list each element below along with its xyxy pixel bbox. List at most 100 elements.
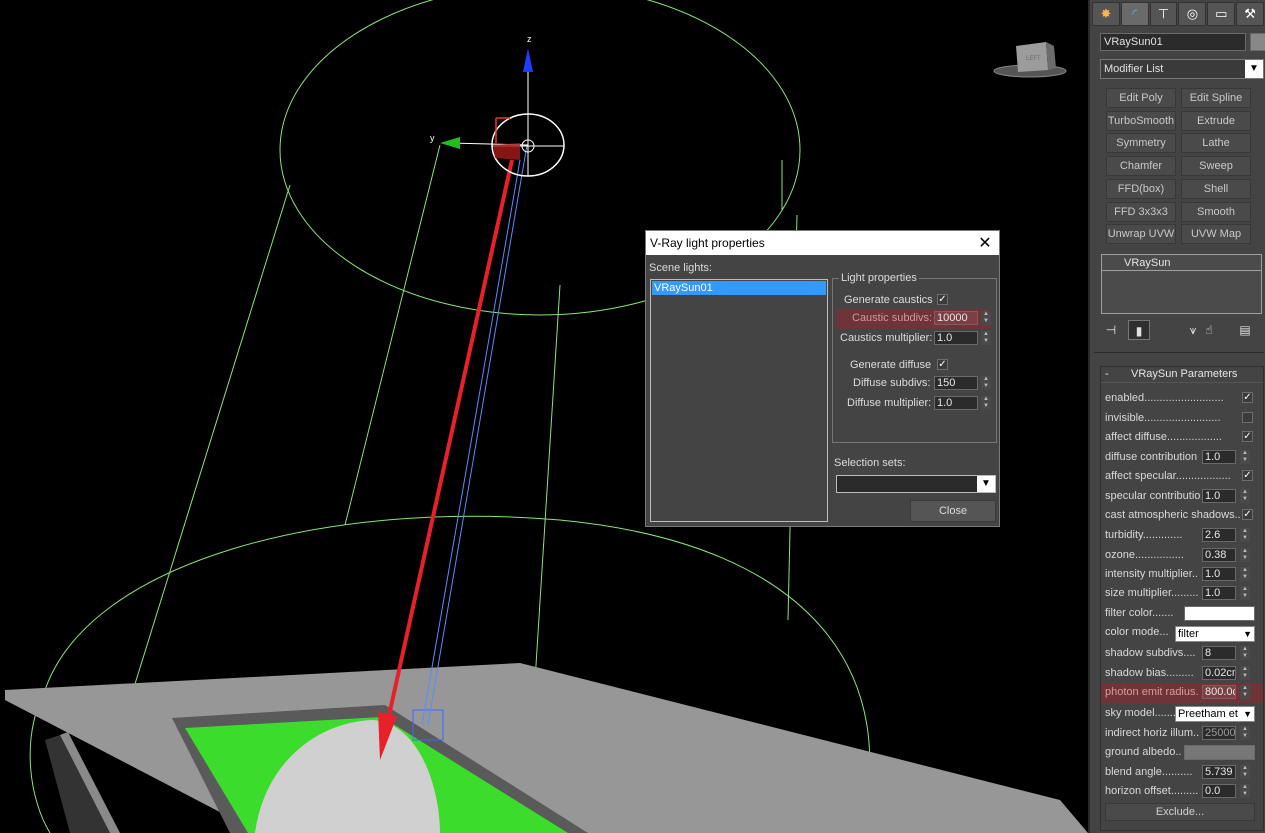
horizon-offset-spinner[interactable]: ▲ ▼ bbox=[1240, 784, 1250, 798]
ffd-box-button[interactable]: FFD(box) bbox=[1106, 179, 1176, 199]
diffuse-subdivs-spinner[interactable]: ▲ ▼ bbox=[981, 376, 991, 390]
object-name-field[interactable]: VRaySun01 bbox=[1100, 33, 1246, 51]
generate-diffuse-label: Generate diffuse bbox=[850, 359, 932, 371]
caustics-multiplier-input[interactable]: 1.0 bbox=[934, 331, 978, 345]
shadow-subdivs-spinner[interactable]: ▲ ▼ bbox=[1240, 646, 1250, 660]
chevron-down-icon[interactable]: ▼ bbox=[1243, 707, 1252, 721]
ozone-spinner[interactable]: ▲ ▼ bbox=[1240, 548, 1250, 562]
cast-atmospheric-shadows-checkbox[interactable]: ✓ bbox=[1242, 509, 1253, 520]
specular-contribution-spinner[interactable]: ▲ ▼ bbox=[1240, 489, 1250, 503]
stack-entry-vraysun[interactable]: VRaySun bbox=[1102, 255, 1261, 271]
caustic-subdivs-input[interactable]: 10000 bbox=[934, 311, 978, 325]
intensity-multiplier-input[interactable]: 1.0 bbox=[1202, 567, 1236, 581]
affect-diffuse-checkbox[interactable]: ✓ bbox=[1242, 431, 1253, 442]
cast-atmospheric-shadows-label: cast atmospheric shadows.. bbox=[1105, 509, 1241, 521]
generate-diffuse-checkbox[interactable]: ✓ bbox=[937, 359, 948, 370]
diffuse-multiplier-input[interactable]: 1.0 bbox=[934, 396, 978, 410]
dialog-titlebar[interactable]: V-Ray light properties ✕ bbox=[646, 231, 999, 255]
chevron-down-icon[interactable]: ▼ bbox=[1243, 627, 1252, 641]
filter-color-swatch[interactable] bbox=[1184, 606, 1255, 621]
specular-contribution-input[interactable]: 1.0 bbox=[1202, 489, 1236, 503]
rollout-header[interactable]: - VRaySun Parameters bbox=[1101, 367, 1263, 383]
size-multiplier-input[interactable]: 1.0 bbox=[1202, 586, 1236, 600]
gizmo-plane-icon[interactable] bbox=[493, 143, 520, 160]
diffuse-subdivs-input[interactable]: 150 bbox=[934, 376, 978, 390]
photon-emit-radius-spinner[interactable]: ▲ ▼ bbox=[1240, 685, 1250, 699]
invisible-checkbox[interactable] bbox=[1242, 412, 1253, 423]
edit-spline-button[interactable]: Edit Spline bbox=[1181, 88, 1251, 108]
shell-button[interactable]: Shell bbox=[1181, 179, 1251, 199]
lathe-button[interactable]: Lathe bbox=[1181, 133, 1251, 153]
hierarchy-tab-icon[interactable]: ⊤ bbox=[1149, 2, 1178, 26]
chevron-down-icon[interactable]: ▼ bbox=[1245, 60, 1263, 78]
configure-sets-icon[interactable]: ▤ bbox=[1234, 320, 1256, 340]
vraysun-parameters-rollout: - VRaySun Parameters enabled............… bbox=[1100, 366, 1264, 831]
gizmo-z-arrow-icon[interactable] bbox=[523, 48, 533, 72]
sky-model-dropdown[interactable]: Preetham et ▼ bbox=[1175, 706, 1255, 722]
unwrap-uvw-button[interactable]: Unwrap UVW bbox=[1106, 224, 1176, 244]
invisible-label: invisible......................... bbox=[1105, 412, 1221, 424]
chevron-down-icon[interactable]: ▼ bbox=[977, 476, 995, 492]
ffd-3x3x3-button[interactable]: FFD 3x3x3 bbox=[1106, 202, 1176, 222]
caustic-subdivs-spinner[interactable]: ▲ ▼ bbox=[981, 311, 991, 325]
modify-tab-icon[interactable]: ◜ bbox=[1120, 2, 1149, 26]
generate-caustics-checkbox[interactable]: ✓ bbox=[937, 294, 948, 305]
modifier-list-label: Modifier List bbox=[1104, 63, 1164, 75]
list-item[interactable]: VRaySun01 bbox=[652, 281, 826, 295]
diffuse-contribution-input[interactable]: 1.0 bbox=[1202, 450, 1236, 464]
selection-sets-label: Selection sets: bbox=[834, 457, 906, 469]
display-tab-icon[interactable]: ▭ bbox=[1207, 2, 1236, 26]
close-icon[interactable]: ✕ bbox=[971, 231, 999, 255]
object-color-swatch[interactable] bbox=[1250, 33, 1265, 51]
modifier-stack[interactable]: VRaySun bbox=[1101, 254, 1262, 314]
modifier-list-dropdown[interactable]: Modifier List ▼ bbox=[1100, 59, 1264, 79]
show-end-result-icon[interactable]: ▮ bbox=[1128, 320, 1150, 340]
intensity-multiplier-spinner[interactable]: ▲ ▼ bbox=[1240, 567, 1250, 581]
enabled-checkbox[interactable]: ✓ bbox=[1242, 392, 1253, 403]
remove-modifier-icon[interactable]: ☝ bbox=[1198, 320, 1220, 340]
color-mode-dropdown[interactable]: filter ▼ bbox=[1175, 626, 1255, 642]
shadow-bias-input[interactable]: 0.02cm bbox=[1202, 666, 1236, 680]
selection-sets-dropdown[interactable]: ▼ bbox=[836, 475, 996, 493]
generate-caustics-label: Generate caustics bbox=[844, 294, 933, 306]
indirect-horiz-illum-spinner[interactable]: ▲ ▼ bbox=[1240, 726, 1250, 740]
create-tab-icon[interactable]: ✸ bbox=[1092, 2, 1120, 26]
sweep-button[interactable]: Sweep bbox=[1181, 156, 1251, 176]
utilities-tab-icon[interactable]: ⚒ bbox=[1236, 2, 1264, 26]
gizmo-y-arrow-icon[interactable] bbox=[440, 137, 460, 149]
diffuse-subdivs-label: Diffuse subdivs: bbox=[853, 377, 931, 389]
diffuse-multiplier-label: Diffuse multiplier: bbox=[847, 397, 932, 409]
ozone-input[interactable]: 0.38 bbox=[1202, 548, 1236, 562]
collapse-icon[interactable]: - bbox=[1105, 367, 1109, 382]
symmetry-button[interactable]: Symmetry bbox=[1106, 133, 1176, 153]
shadow-bias-spinner[interactable]: ▲ ▼ bbox=[1240, 666, 1250, 680]
uvw-map-button[interactable]: UVW Map bbox=[1181, 224, 1251, 244]
diffuse-multiplier-spinner[interactable]: ▲ ▼ bbox=[981, 396, 991, 410]
shadow-subdivs-input[interactable]: 8 bbox=[1202, 646, 1236, 660]
rollout-title: VRaySun Parameters bbox=[1131, 368, 1238, 380]
turbidity-input[interactable]: 2.6 bbox=[1202, 528, 1236, 542]
motion-tab-icon[interactable]: ◎ bbox=[1178, 2, 1207, 26]
size-multiplier-spinner[interactable]: ▲ ▼ bbox=[1240, 586, 1250, 600]
horizon-offset-input[interactable]: 0.0 bbox=[1202, 784, 1236, 798]
smooth-button[interactable]: Smooth bbox=[1181, 202, 1251, 222]
pin-stack-icon[interactable]: ⊣ bbox=[1100, 320, 1122, 340]
affect-specular-checkbox[interactable]: ✓ bbox=[1242, 470, 1253, 481]
blend-angle-input[interactable]: 5.739 bbox=[1202, 765, 1236, 779]
blend-angle-spinner[interactable]: ▲ ▼ bbox=[1240, 765, 1250, 779]
indirect-horiz-illum-input[interactable]: 25000. bbox=[1202, 726, 1236, 740]
edit-poly-button[interactable]: Edit Poly bbox=[1106, 88, 1176, 108]
photon-emit-radius-input[interactable]: 800.0c bbox=[1202, 685, 1236, 699]
turbidity-spinner[interactable]: ▲ ▼ bbox=[1240, 528, 1250, 542]
extrude-button[interactable]: Extrude bbox=[1181, 111, 1251, 131]
exclude-button[interactable]: Exclude... bbox=[1105, 803, 1255, 821]
ground-albedo-swatch[interactable] bbox=[1184, 745, 1255, 760]
scene-lights-list[interactable]: VRaySun01 bbox=[650, 279, 828, 522]
turbosmooth-button[interactable]: TurboSmooth bbox=[1106, 111, 1176, 131]
stack-toolbar: ⊣ ▮ ⩛ ☝ ▤ bbox=[1100, 320, 1264, 340]
caustics-multiplier-spinner[interactable]: ▲ ▼ bbox=[981, 331, 991, 345]
close-button[interactable]: Close bbox=[910, 500, 996, 522]
chamfer-button[interactable]: Chamfer bbox=[1106, 156, 1176, 176]
enabled-label: enabled.......................... bbox=[1105, 392, 1224, 404]
diffuse-contribution-spinner[interactable]: ▲ ▼ bbox=[1240, 450, 1250, 464]
